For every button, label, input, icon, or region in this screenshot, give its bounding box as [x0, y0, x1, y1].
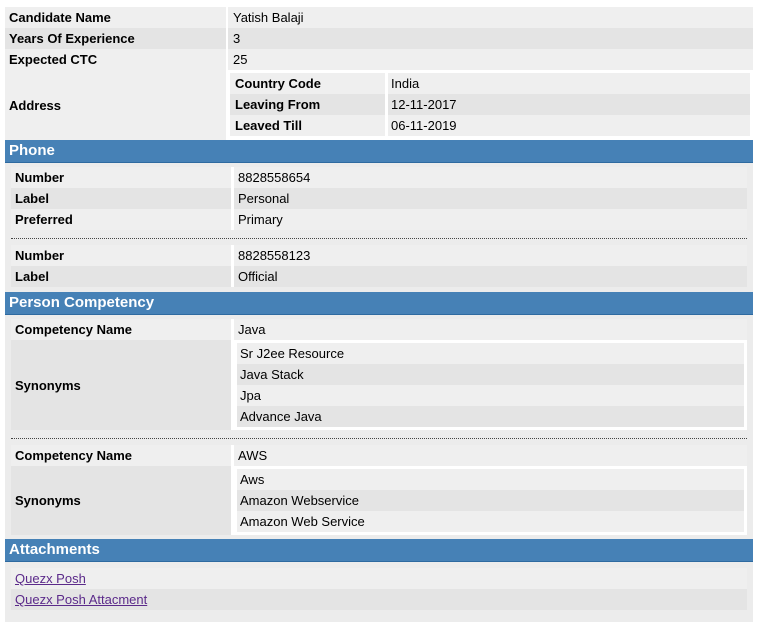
- divider: [11, 438, 747, 439]
- leaved-till-label: Leaved Till: [235, 118, 302, 133]
- phone-section: Number 8828558654 Label Personal Preferr…: [5, 163, 753, 292]
- phone-label-label: Label: [15, 191, 49, 206]
- address-leaving-row: Leaving From 12-11-2017: [230, 94, 750, 115]
- synonyms-list: Sr J2ee Resource Java Stack Jpa Advance …: [234, 340, 747, 430]
- phone-preferred-value: Primary: [238, 212, 283, 227]
- country-code-value: India: [391, 76, 420, 91]
- address-table: Country Code India Leaving From 12-11-20…: [228, 70, 753, 140]
- attachments-section-heading: Attachments: [5, 539, 753, 562]
- synonyms-label: Synonyms: [15, 377, 81, 393]
- phone-number-row: Number 8828558123: [11, 245, 747, 266]
- phone-number-label: Number: [15, 170, 65, 185]
- address-country-row: Country Code India: [230, 73, 750, 94]
- phone-number-value: 8828558654: [238, 170, 311, 185]
- phone-number-label: Number: [15, 248, 65, 263]
- leaving-from-label: Leaving From: [235, 97, 321, 112]
- synonyms-row: Synonyms Aws Amazon Webservice Amazon We…: [11, 466, 747, 535]
- candidate-name-label: Candidate Name: [9, 10, 111, 25]
- synonym-item: Amazon Webservice: [237, 490, 744, 511]
- synonyms-row: Synonyms Sr J2ee Resource Java Stack Jpa…: [11, 340, 747, 430]
- synonym-item: Amazon Web Service: [237, 511, 744, 532]
- synonym-item: Jpa: [237, 385, 744, 406]
- competency-name-row: Competency Name Java: [11, 319, 747, 340]
- synonyms-label: Synonyms: [15, 493, 81, 508]
- competency-name-value: AWS: [238, 448, 268, 463]
- synonyms-list: Aws Amazon Webservice Amazon Web Service: [234, 466, 747, 535]
- leaving-from-value: 12-11-2017: [391, 97, 457, 112]
- experience-label: Years Of Experience: [9, 31, 135, 46]
- competency-name-label: Competency Name: [15, 322, 133, 337]
- competency-name-label: Competency Name: [15, 448, 133, 463]
- candidate-name-value: Yatish Balaji: [233, 10, 304, 25]
- candidate-details: Candidate Name Yatish Balaji Years Of Ex…: [5, 7, 753, 622]
- synonym-item: Aws: [237, 469, 744, 490]
- experience-value: 3: [233, 31, 241, 46]
- address-leaved-row: Leaved Till 06-11-2019: [230, 115, 750, 136]
- experience-row: Years Of Experience 3: [5, 28, 753, 49]
- competency-name-value: Java: [238, 322, 266, 337]
- competency-name-row: Competency Name AWS: [11, 445, 747, 466]
- phone-label-row: Label Personal: [11, 188, 747, 209]
- phone-preferred-row: Preferred Primary: [11, 209, 747, 230]
- phone-number-row: Number 8828558654: [11, 167, 747, 188]
- phone-label-row: Label Official: [11, 266, 747, 287]
- phone-section-heading: Phone: [5, 140, 753, 163]
- candidate-name-row: Candidate Name Yatish Balaji: [5, 7, 753, 28]
- synonym-item: Sr J2ee Resource: [237, 343, 744, 364]
- competency-section: Competency Name Java Synonyms Sr J2ee Re…: [5, 315, 753, 539]
- address-row: Address Country Code India Leaving From …: [5, 70, 753, 140]
- attachment-row: Quezx Posh Attacment: [11, 589, 747, 610]
- phone-number-value: 8828558123: [238, 248, 311, 263]
- attachment-link[interactable]: Quezx Posh Attacment: [15, 592, 147, 607]
- synonym-item: Advance Java: [237, 406, 744, 427]
- country-code-label: Country Code: [235, 76, 321, 91]
- attachment-row: Quezx Posh: [11, 568, 747, 589]
- ctc-row: Expected CTC 25: [5, 49, 753, 70]
- phone-label-value: Official: [238, 269, 278, 284]
- phone-label-label: Label: [15, 269, 49, 284]
- attachment-link[interactable]: Quezx Posh: [15, 571, 86, 586]
- leaved-till-value: 06-11-2019: [391, 118, 457, 133]
- competency-section-heading: Person Competency: [5, 292, 753, 315]
- address-label: Address: [9, 97, 62, 113]
- phone-preferred-label: Preferred: [15, 212, 73, 227]
- attachments-section: Quezx Posh Quezx Posh Attacment: [5, 562, 753, 622]
- phone-label-value: Personal: [238, 191, 290, 206]
- synonym-item: Java Stack: [237, 364, 744, 385]
- divider: [11, 238, 747, 239]
- ctc-value: 25: [233, 52, 248, 67]
- ctc-label: Expected CTC: [9, 52, 98, 67]
